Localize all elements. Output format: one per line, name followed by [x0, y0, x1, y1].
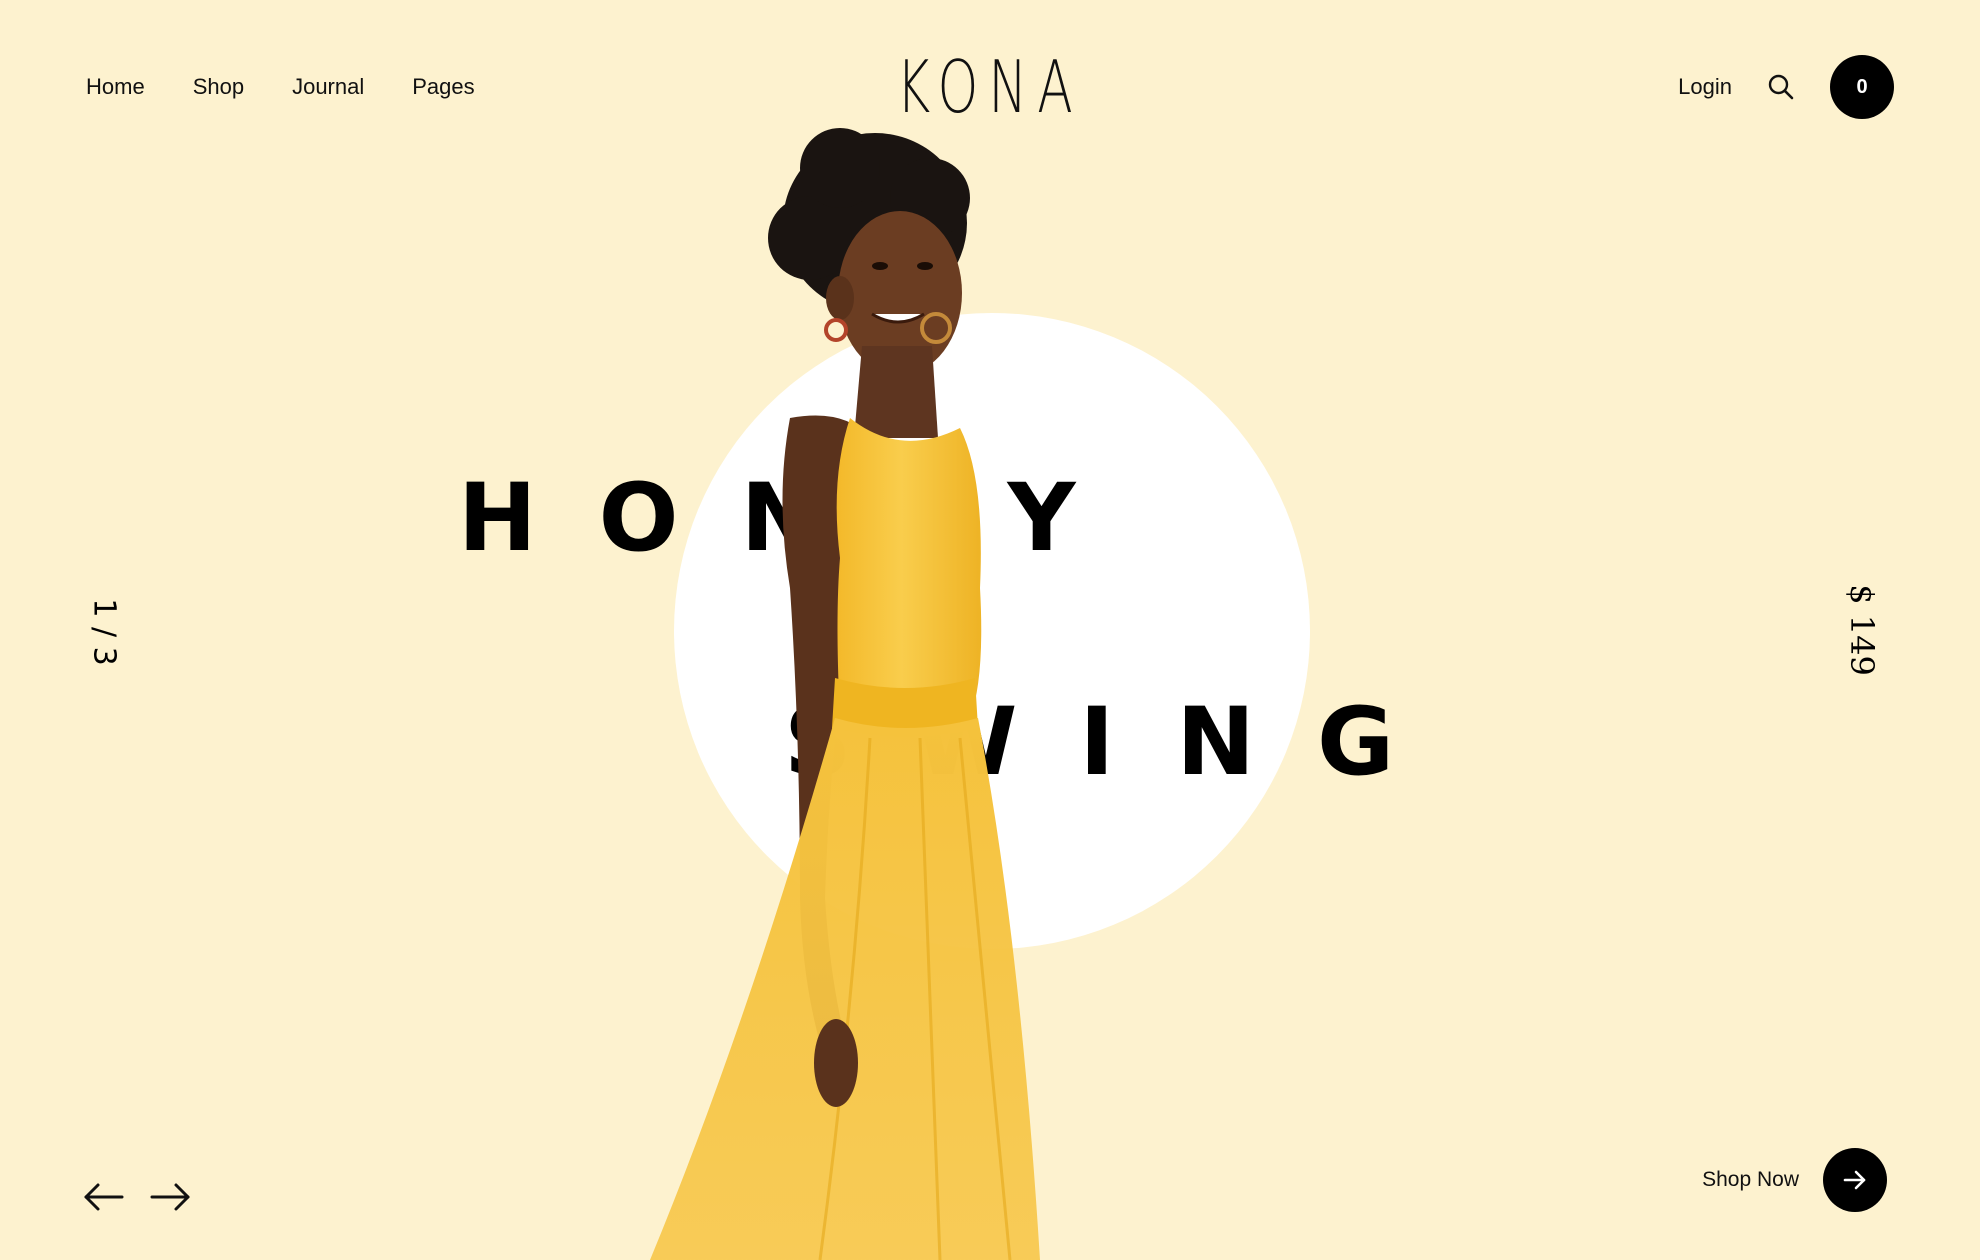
hero-model-image [650, 128, 1040, 1260]
search-icon[interactable] [1766, 72, 1796, 102]
shop-now-cta: Shop Now [1702, 1148, 1887, 1212]
header-actions: Login 0 [1678, 55, 1894, 119]
cart-count: 0 [1856, 75, 1868, 98]
product-price: $ 149 [1843, 584, 1881, 676]
login-link[interactable]: Login [1678, 74, 1732, 100]
shop-now-button[interactable] [1823, 1148, 1887, 1212]
arrow-right-icon[interactable] [150, 1182, 192, 1212]
cart-button[interactable]: 0 [1830, 55, 1894, 119]
slider-controls [82, 1182, 192, 1212]
arrow-right-icon [1843, 1170, 1866, 1190]
brand-logo[interactable]: KONA [897, 42, 1084, 132]
arrow-left-icon[interactable] [82, 1182, 124, 1212]
slide-counter: 1 / 3 [86, 598, 122, 666]
shop-now-link[interactable]: Shop Now [1702, 1168, 1799, 1192]
hero-page: Home Shop Journal Pages KONA Login 0 HON… [0, 0, 1980, 1260]
